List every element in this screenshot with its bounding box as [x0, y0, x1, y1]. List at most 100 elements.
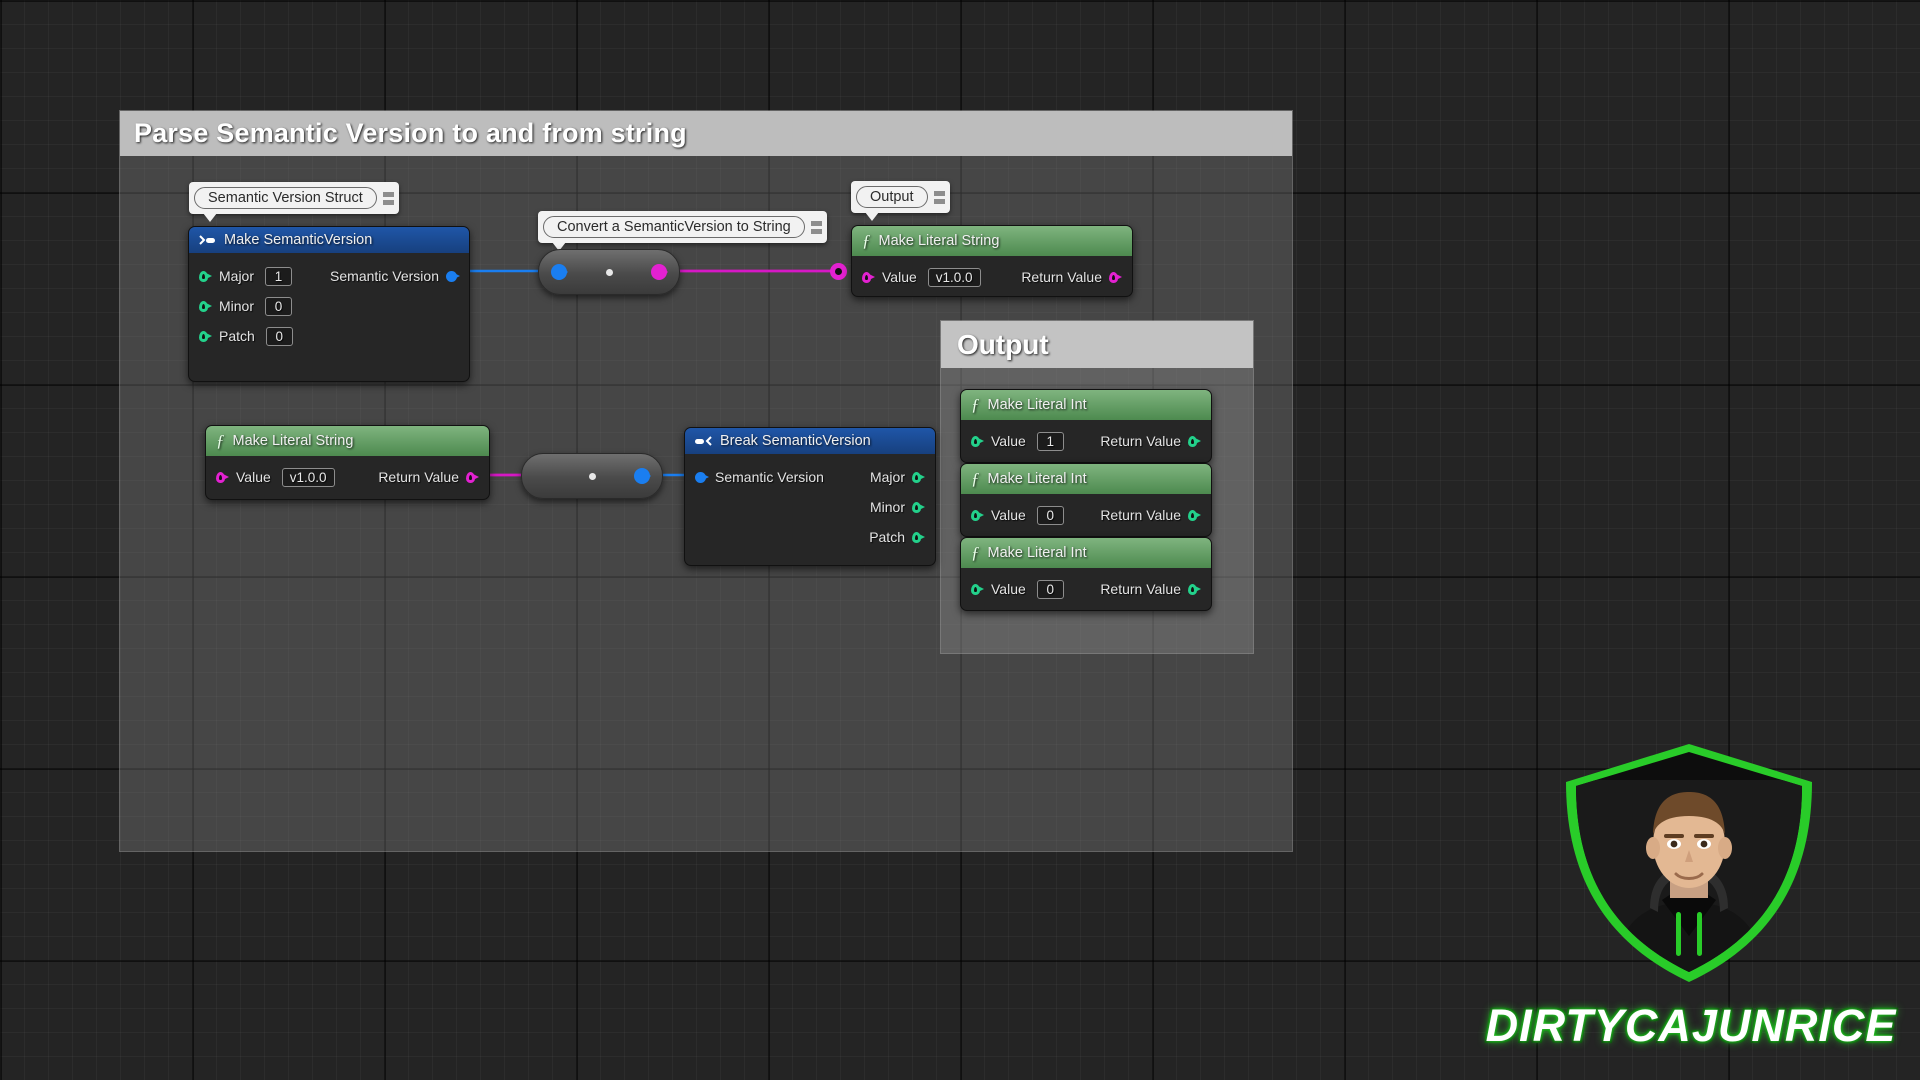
pin-minor-input-icon[interactable]	[199, 300, 212, 313]
pin-value-int-3-field[interactable]: 0	[1037, 580, 1064, 599]
node-make-semantic-version-title: Make SemanticVersion	[224, 232, 372, 248]
pin-break-minor-label: Minor	[870, 499, 905, 515]
node-make-literal-string-bottom[interactable]: ƒ Make Literal String Value v1.0.0 Retur…	[205, 425, 490, 500]
bubble-semantic-version-struct[interactable]: Semantic Version Struct	[189, 182, 399, 214]
node-make-literal-int-1[interactable]: ƒ Make Literal Int Value 1 Return Value	[960, 389, 1212, 463]
cast-top-output-pin[interactable]	[651, 264, 667, 280]
pin-value-int-3-icon[interactable]	[971, 583, 984, 596]
comment-frame-output-titlebar[interactable]: Output	[941, 321, 1253, 368]
pin-value-int-2-label: Value	[991, 507, 1026, 523]
comment-frame-main-titlebar[interactable]: Parse Semantic Version to and from strin…	[120, 111, 1292, 156]
comment-frame-output-title: Output	[957, 329, 1049, 361]
pin-value-string-bottom-field[interactable]: v1.0.0	[282, 468, 335, 487]
node-make-literal-string-top[interactable]: ƒ Make Literal String Value v1.0.0 Retur…	[851, 225, 1133, 297]
function-f-icon-3: ƒ	[971, 395, 980, 415]
bubble-convert-semanticversion-to-string[interactable]: Convert a SemanticVersion to String	[538, 211, 827, 243]
pin-return-value-int-1-icon[interactable]	[1188, 435, 1201, 448]
pin-major-input-icon[interactable]	[199, 270, 212, 283]
node-make-literal-int-2[interactable]: ƒ Make Literal Int Value 0 Return Value	[960, 463, 1212, 537]
node-make-literal-int-3-body: Value 0 Return Value	[961, 568, 1211, 611]
pin-value-int-2-icon[interactable]	[971, 509, 984, 522]
node-break-semantic-version[interactable]: Break SemanticVersion Semantic Version M…	[684, 427, 936, 566]
pin-semantic-version-output-icon[interactable]	[446, 270, 459, 283]
pin-value-int-2-field[interactable]: 0	[1037, 506, 1064, 525]
pin-row-minor[interactable]: Minor 0	[189, 291, 469, 321]
pin-value-int-1-icon[interactable]	[971, 435, 984, 448]
node-break-semantic-version-header[interactable]: Break SemanticVersion	[685, 428, 935, 454]
node-make-literal-string-top-header[interactable]: ƒ Make Literal String	[852, 226, 1132, 256]
pin-break-major-icon[interactable]	[912, 471, 925, 484]
blueprint-graph-canvas[interactable]: Parse Semantic Version to and from strin…	[0, 0, 1920, 1080]
pin-value-int-3-label: Value	[991, 581, 1026, 597]
pin-row-literal-int-3[interactable]: Value 0 Return Value	[961, 574, 1211, 604]
pin-row-major[interactable]: Major 1 Semantic Version	[189, 261, 469, 291]
pin-return-value-int-1-label: Return Value	[1100, 433, 1181, 449]
function-f-icon-2: ƒ	[216, 431, 225, 451]
pin-semantic-version-input-icon[interactable]	[695, 471, 708, 484]
pin-minor-label: Minor	[219, 298, 254, 314]
cast-center-dot-icon	[606, 269, 613, 276]
pin-patch-label: Patch	[219, 328, 255, 344]
bubble-handle-icon-3[interactable]	[934, 191, 945, 204]
pin-patch-input-icon[interactable]	[199, 330, 212, 343]
cast-bottom-output-pin[interactable]	[634, 468, 650, 484]
bubble-output-label: Output	[856, 186, 928, 208]
pin-return-value-int-2-label: Return Value	[1100, 507, 1181, 523]
pin-return-value-string-top-icon[interactable]	[1109, 271, 1122, 284]
pin-break-minor-icon[interactable]	[912, 501, 925, 514]
pin-value-string-top-field[interactable]: v1.0.0	[928, 268, 981, 287]
pin-row-literal-int-1[interactable]: Value 1 Return Value	[961, 426, 1211, 456]
bubble-handle-icon[interactable]	[383, 192, 394, 205]
pin-value-string-bottom-icon[interactable]	[216, 471, 229, 484]
pin-value-int-1-label: Value	[991, 433, 1026, 449]
cast-top-input-pin[interactable]	[551, 264, 567, 280]
pin-row-literal-string-top-value[interactable]: Value v1.0.0 Return Value	[852, 262, 1132, 292]
bubble-output[interactable]: Output	[851, 181, 950, 213]
pin-patch-value-field[interactable]: 0	[266, 327, 293, 346]
node-make-literal-int-3-title: Make Literal Int	[988, 545, 1087, 561]
pin-row-literal-int-2[interactable]: Value 0 Return Value	[961, 500, 1211, 530]
pin-return-value-string-bottom-icon[interactable]	[466, 471, 479, 484]
pin-major-value-field[interactable]: 1	[265, 267, 292, 286]
node-make-literal-string-top-title: Make Literal String	[879, 233, 1000, 249]
wire-endpoint-make-literal-string-top[interactable]	[830, 263, 847, 280]
node-make-literal-int-3-header[interactable]: ƒ Make Literal Int	[961, 538, 1211, 568]
pin-return-value-int-2-icon[interactable]	[1188, 509, 1201, 522]
node-make-literal-int-3[interactable]: ƒ Make Literal Int Value 0 Return Value	[960, 537, 1212, 611]
node-break-semantic-version-body: Semantic Version Major Minor Patch	[685, 454, 935, 564]
bubble-semantic-version-struct-label: Semantic Version Struct	[194, 187, 377, 209]
make-struct-icon	[199, 234, 216, 247]
node-convert-semanticversion-to-string[interactable]	[538, 249, 680, 295]
pin-value-string-bottom-label: Value	[236, 469, 271, 485]
pin-value-string-top-icon[interactable]	[862, 271, 875, 284]
pin-minor-value-field[interactable]: 0	[265, 297, 292, 316]
pin-break-patch-icon[interactable]	[912, 531, 925, 544]
node-make-semantic-version-body: Major 1 Semantic Version Minor 0 Patch 0	[189, 253, 469, 363]
node-make-literal-int-2-title: Make Literal Int	[988, 471, 1087, 487]
function-f-icon: ƒ	[862, 231, 871, 251]
pin-value-string-top-label: Value	[882, 269, 917, 285]
pin-row-break-minor[interactable]: Minor	[685, 492, 935, 522]
cast-center-dot-icon-2	[589, 473, 596, 480]
pin-break-major-label: Major	[870, 469, 905, 485]
pin-row-literal-string-bottom-value[interactable]: Value v1.0.0 Return Value	[206, 462, 489, 492]
pin-return-value-string-bottom-label: Return Value	[378, 469, 459, 485]
node-make-literal-string-bottom-title: Make Literal String	[233, 433, 354, 449]
pin-value-int-1-field[interactable]: 1	[1037, 432, 1064, 451]
node-make-literal-int-1-header[interactable]: ƒ Make Literal Int	[961, 390, 1211, 420]
node-make-literal-string-bottom-header[interactable]: ƒ Make Literal String	[206, 426, 489, 456]
pin-major-label: Major	[219, 268, 254, 284]
bubble-handle-icon-2[interactable]	[811, 221, 822, 234]
node-make-semantic-version[interactable]: Make SemanticVersion Major 1 Semantic Ve…	[188, 226, 470, 382]
function-f-icon-4: ƒ	[971, 469, 980, 489]
pin-row-break-input[interactable]: Semantic Version Major	[685, 462, 935, 492]
pin-row-break-patch[interactable]: Patch	[685, 522, 935, 552]
node-convert-string-to-semanticversion[interactable]	[521, 453, 663, 499]
node-make-semantic-version-header[interactable]: Make SemanticVersion	[189, 227, 469, 253]
pin-row-patch[interactable]: Patch 0	[189, 321, 469, 351]
bubble-convert-semanticversion-to-string-label: Convert a SemanticVersion to String	[543, 216, 805, 238]
pin-return-value-int-3-icon[interactable]	[1188, 583, 1201, 596]
node-make-literal-string-top-body: Value v1.0.0 Return Value	[852, 256, 1132, 297]
function-f-icon-5: ƒ	[971, 543, 980, 563]
node-make-literal-int-2-header[interactable]: ƒ Make Literal Int	[961, 464, 1211, 494]
